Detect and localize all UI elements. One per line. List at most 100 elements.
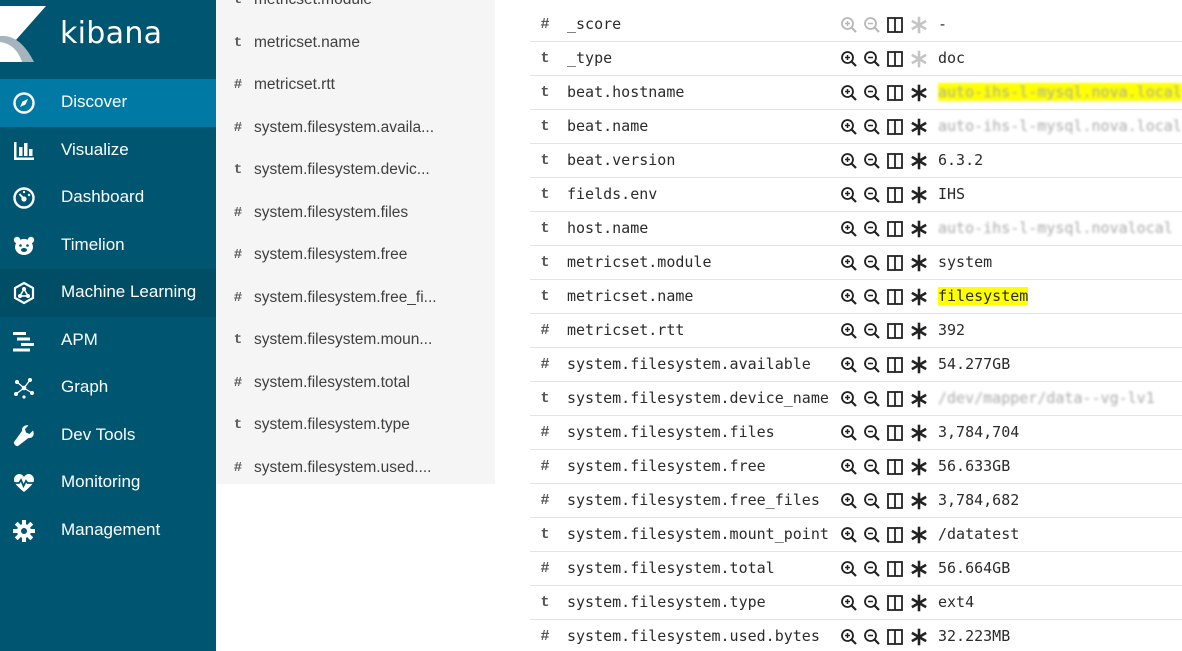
exists-filter-icon[interactable] bbox=[910, 186, 928, 204]
magnify-plus-icon[interactable] bbox=[840, 628, 858, 646]
toggle-column-icon[interactable] bbox=[886, 458, 904, 476]
sidebar-item-monitoring[interactable]: Monitoring bbox=[0, 459, 216, 507]
exists-filter-icon[interactable] bbox=[910, 288, 928, 306]
field-list-item[interactable]: t system.filesystem.type bbox=[216, 405, 495, 448]
magnify-minus-icon[interactable] bbox=[863, 186, 881, 204]
exists-filter-icon[interactable] bbox=[910, 50, 928, 68]
magnify-minus-icon[interactable] bbox=[863, 458, 881, 476]
magnify-plus-icon[interactable] bbox=[840, 560, 858, 578]
magnify-minus-icon[interactable] bbox=[863, 220, 881, 238]
exists-filter-icon[interactable] bbox=[910, 526, 928, 544]
magnify-plus-icon[interactable] bbox=[840, 492, 858, 510]
toggle-column-icon[interactable] bbox=[886, 594, 904, 612]
magnify-minus-icon[interactable] bbox=[863, 16, 881, 34]
toggle-column-icon[interactable] bbox=[886, 118, 904, 136]
magnify-minus-icon[interactable] bbox=[863, 492, 881, 510]
toggle-column-icon[interactable] bbox=[886, 254, 904, 272]
magnify-minus-icon[interactable] bbox=[863, 322, 881, 340]
toggle-column-icon[interactable] bbox=[886, 424, 904, 442]
magnify-minus-icon[interactable] bbox=[863, 424, 881, 442]
magnify-plus-icon[interactable] bbox=[840, 84, 858, 102]
exists-filter-icon[interactable] bbox=[910, 152, 928, 170]
magnify-plus-icon[interactable] bbox=[840, 322, 858, 340]
kibana-logo[interactable]: kibana bbox=[0, 0, 216, 72]
toggle-column-icon[interactable] bbox=[886, 84, 904, 102]
exists-filter-icon[interactable] bbox=[910, 254, 928, 272]
magnify-plus-icon[interactable] bbox=[840, 220, 858, 238]
exists-filter-icon[interactable] bbox=[910, 492, 928, 510]
toggle-column-icon[interactable] bbox=[886, 288, 904, 306]
exists-filter-icon[interactable] bbox=[910, 424, 928, 442]
toggle-column-icon[interactable] bbox=[886, 560, 904, 578]
sidebar-item-machine-learning[interactable]: Machine Learning bbox=[0, 269, 216, 317]
magnify-minus-icon[interactable] bbox=[863, 254, 881, 272]
magnify-minus-icon[interactable] bbox=[863, 628, 881, 646]
exists-filter-icon[interactable] bbox=[910, 118, 928, 136]
field-list-item[interactable]: # system.filesystem.free_fi... bbox=[216, 278, 495, 321]
field-list-item[interactable]: t metricset.name bbox=[216, 23, 495, 66]
magnify-plus-icon[interactable] bbox=[840, 254, 858, 272]
magnify-plus-icon[interactable] bbox=[840, 390, 858, 408]
magnify-plus-icon[interactable] bbox=[840, 50, 858, 68]
sidebar-item-timelion[interactable]: Timelion bbox=[0, 222, 216, 270]
magnify-minus-icon[interactable] bbox=[863, 526, 881, 544]
exists-filter-icon[interactable] bbox=[910, 560, 928, 578]
field-list-item[interactable]: # system.filesystem.used.... bbox=[216, 448, 495, 485]
field-list-item[interactable]: t system.filesystem.devic... bbox=[216, 150, 495, 193]
toggle-column-icon[interactable] bbox=[886, 390, 904, 408]
toggle-column-icon[interactable] bbox=[886, 322, 904, 340]
toggle-column-icon[interactable] bbox=[886, 492, 904, 510]
magnify-minus-icon[interactable] bbox=[863, 288, 881, 306]
exists-filter-icon[interactable] bbox=[910, 84, 928, 102]
exists-filter-icon[interactable] bbox=[910, 220, 928, 238]
toggle-column-icon[interactable] bbox=[886, 356, 904, 374]
field-list-item[interactable]: # system.filesystem.availa... bbox=[216, 108, 495, 151]
toggle-column-icon[interactable] bbox=[886, 526, 904, 544]
magnify-plus-icon[interactable] bbox=[840, 458, 858, 476]
toggle-column-icon[interactable] bbox=[886, 152, 904, 170]
toggle-column-icon[interactable] bbox=[886, 186, 904, 204]
toggle-column-icon[interactable] bbox=[886, 220, 904, 238]
exists-filter-icon[interactable] bbox=[910, 16, 928, 34]
magnify-plus-icon[interactable] bbox=[840, 118, 858, 136]
sidebar-item-dev-tools[interactable]: Dev Tools bbox=[0, 412, 216, 460]
sidebar-item-graph[interactable]: Graph bbox=[0, 364, 216, 412]
magnify-minus-icon[interactable] bbox=[863, 50, 881, 68]
magnify-plus-icon[interactable] bbox=[840, 526, 858, 544]
magnify-minus-icon[interactable] bbox=[863, 594, 881, 612]
sidebar-item-discover[interactable]: Discover bbox=[0, 79, 216, 127]
field-list-item[interactable]: # system.filesystem.total bbox=[216, 363, 495, 406]
exists-filter-icon[interactable] bbox=[910, 594, 928, 612]
magnify-plus-icon[interactable] bbox=[840, 152, 858, 170]
field-list-item[interactable]: # system.filesystem.files bbox=[216, 193, 495, 236]
field-list-item[interactable]: t system.filesystem.moun... bbox=[216, 320, 495, 363]
exists-filter-icon[interactable] bbox=[910, 356, 928, 374]
exists-filter-icon[interactable] bbox=[910, 628, 928, 646]
exists-filter-icon[interactable] bbox=[910, 390, 928, 408]
field-list-item[interactable]: t metricset.module bbox=[216, 0, 495, 23]
exists-filter-icon[interactable] bbox=[910, 458, 928, 476]
sidebar-item-apm[interactable]: APM bbox=[0, 317, 216, 365]
field-list-item[interactable]: # system.filesystem.free bbox=[216, 235, 495, 278]
field-list-item[interactable]: # metricset.rtt bbox=[216, 65, 495, 108]
magnify-minus-icon[interactable] bbox=[863, 118, 881, 136]
magnify-plus-icon[interactable] bbox=[840, 186, 858, 204]
magnify-minus-icon[interactable] bbox=[863, 152, 881, 170]
magnify-plus-icon[interactable] bbox=[840, 594, 858, 612]
sidebar-item-management[interactable]: Management bbox=[0, 507, 216, 555]
magnify-minus-icon[interactable] bbox=[863, 560, 881, 578]
toggle-column-icon[interactable] bbox=[886, 50, 904, 68]
magnify-plus-icon[interactable] bbox=[840, 424, 858, 442]
magnify-plus-icon[interactable] bbox=[840, 288, 858, 306]
sidebar-nav: Discover Visualize Dashboard Timelion Machin… bbox=[0, 79, 216, 554]
magnify-minus-icon[interactable] bbox=[863, 390, 881, 408]
exists-filter-icon[interactable] bbox=[910, 322, 928, 340]
toggle-column-icon[interactable] bbox=[886, 16, 904, 34]
sidebar-item-dashboard[interactable]: Dashboard bbox=[0, 174, 216, 222]
magnify-minus-icon[interactable] bbox=[863, 356, 881, 374]
magnify-minus-icon[interactable] bbox=[863, 84, 881, 102]
magnify-plus-icon[interactable] bbox=[840, 356, 858, 374]
toggle-column-icon[interactable] bbox=[886, 628, 904, 646]
sidebar-item-visualize[interactable]: Visualize bbox=[0, 127, 216, 175]
magnify-plus-icon[interactable] bbox=[840, 16, 858, 34]
